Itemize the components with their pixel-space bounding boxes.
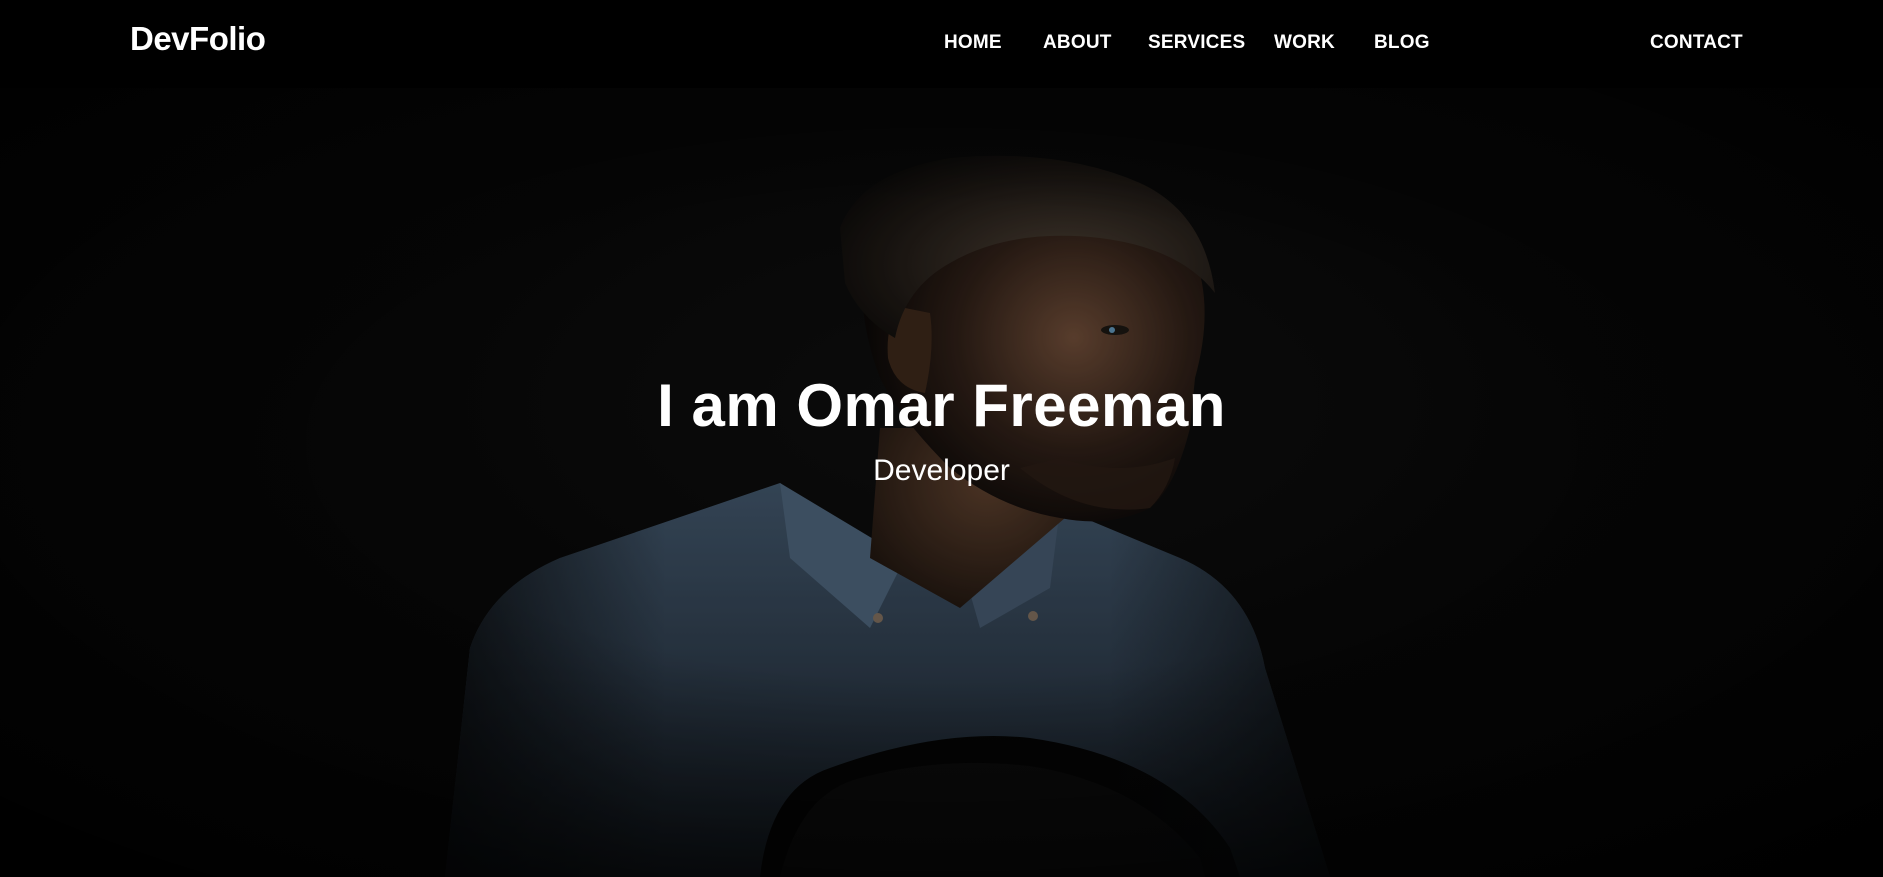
- nav-link-about[interactable]: ABOUT: [1043, 33, 1112, 52]
- nav-link-contact[interactable]: CONTACT: [1650, 33, 1743, 52]
- hero-subtitle: Developer: [873, 454, 1010, 487]
- hero-title: I am Omar Freeman: [657, 372, 1226, 439]
- page: DevFolio HOME ABOUT SERVICES WORK BLOG C…: [0, 0, 1883, 877]
- navbar: DevFolio HOME ABOUT SERVICES WORK BLOG C…: [0, 0, 1883, 88]
- main-nav: HOME ABOUT SERVICES WORK BLOG CONTACT: [0, 0, 1883, 88]
- nav-link-blog[interactable]: BLOG: [1374, 33, 1430, 52]
- nav-link-home[interactable]: HOME: [944, 33, 1002, 52]
- nav-link-work[interactable]: WORK: [1274, 33, 1335, 52]
- hero-section: I am Omar Freeman Developer: [0, 88, 1883, 877]
- nav-link-services[interactable]: SERVICES: [1148, 33, 1245, 52]
